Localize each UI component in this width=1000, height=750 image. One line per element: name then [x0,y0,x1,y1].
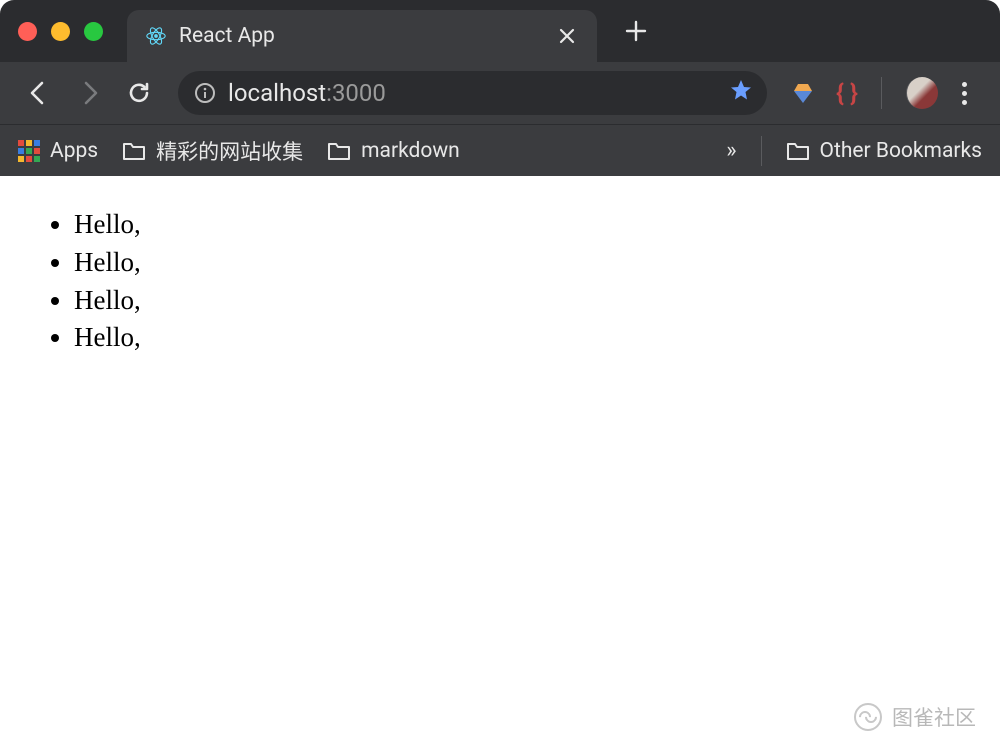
extension-blue-diamond-icon[interactable] [785,75,821,111]
react-icon [145,25,167,47]
back-button[interactable] [18,72,60,114]
watermark: 图雀社区 [854,702,976,732]
other-bookmarks-label: Other Bookmarks [820,139,982,163]
watermark-text: 图雀社区 [892,702,976,732]
separator [881,77,882,109]
bookmark-star-icon[interactable] [729,78,753,108]
watermark-icon [854,703,882,731]
site-info-icon[interactable] [192,80,218,106]
browser-menu-button[interactable] [946,82,982,105]
new-tab-button[interactable] [615,10,657,52]
hello-list: Hello, Hello, Hello, Hello, [20,206,980,357]
reload-button[interactable] [118,72,160,114]
url-text: localhost:3000 [228,79,729,107]
bookmark-folder-label: 精彩的网站收集 [156,136,303,166]
list-item: Hello, [74,282,980,320]
close-window-button[interactable] [18,22,37,41]
separator [761,136,762,166]
toolbar: localhost:3000 { } [0,62,1000,124]
apps-grid-icon [18,140,40,162]
profile-avatar[interactable] [906,77,938,109]
folder-icon [786,141,810,161]
bookmark-folder[interactable]: markdown [327,139,460,163]
folder-icon [327,141,351,161]
browser-tab[interactable]: React App [127,10,597,62]
tab-title: React App [179,24,555,48]
url-port: :3000 [326,79,386,107]
window-controls [18,22,103,41]
list-item: Hello, [74,206,980,244]
minimize-window-button[interactable] [51,22,70,41]
apps-shortcut[interactable]: Apps [18,139,98,163]
apps-label: Apps [50,139,98,163]
bookmark-folder[interactable]: 精彩的网站收集 [122,136,303,166]
bookmarks-overflow-button[interactable]: » [726,138,736,163]
bookmark-folder-label: markdown [361,139,460,163]
list-item: Hello, [74,244,980,282]
forward-button[interactable] [68,72,110,114]
maximize-window-button[interactable] [84,22,103,41]
address-bar[interactable]: localhost:3000 [178,71,767,115]
bookmarks-bar: Apps 精彩的网站收集 markdown » Other Bookmarks [0,124,1000,176]
folder-icon [122,141,146,161]
list-item: Hello, [74,319,980,357]
close-tab-icon[interactable] [555,24,579,48]
page-content: Hello, Hello, Hello, Hello, [0,176,1000,387]
other-bookmarks[interactable]: Other Bookmarks [786,139,982,163]
extension-braces-icon[interactable]: { } [829,75,865,111]
browser-chrome: React App localhost:3000 [0,0,1000,176]
url-host: localhost [228,79,326,107]
tab-strip: React App [0,0,1000,62]
